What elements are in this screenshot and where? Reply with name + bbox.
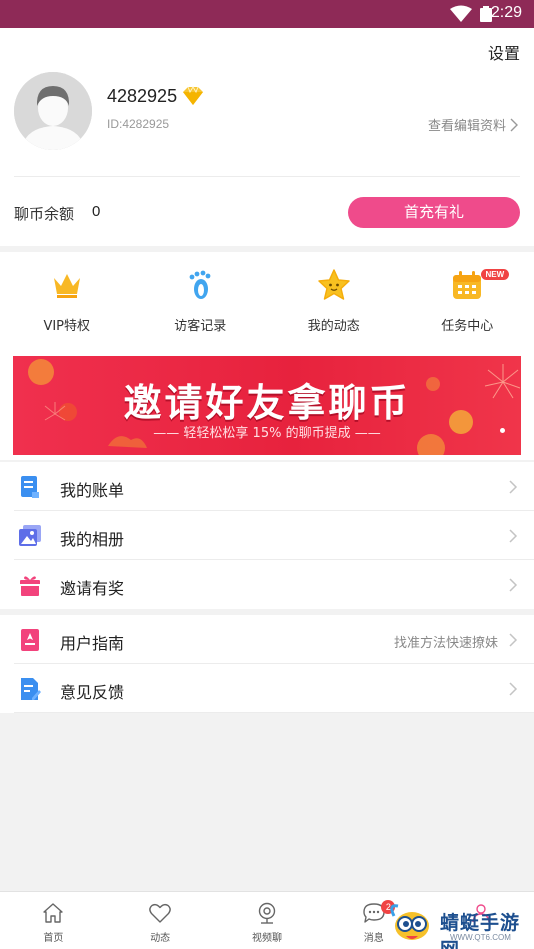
avatar-placeholder-icon [14, 72, 92, 150]
menu-item-label: 邀请有奖 [60, 579, 125, 598]
status-bar: 2:29 [0, 0, 534, 28]
tab-label: 首页 [43, 933, 64, 944]
quick-action-visitors[interactable]: 访客记录 [134, 252, 268, 348]
quick-action-vip[interactable]: VIP特权 [0, 252, 134, 348]
chevron-right-icon [509, 480, 518, 494]
quick-action-label: 我的动态 [307, 319, 360, 334]
divider [14, 712, 534, 713]
calendar-icon [453, 271, 482, 299]
star-icon [318, 269, 350, 300]
menu-item-label: 用户指南 [60, 634, 125, 653]
quick-actions: VIP特权 访客记录 我的动态 NEW 任务中心 [0, 252, 534, 348]
divider [14, 176, 520, 177]
quick-action-label: VIP特权 [43, 319, 91, 334]
chevron-right-icon [509, 529, 518, 543]
menu-item-guide[interactable]: 用户指南 找准方法快速撩妹 [0, 615, 534, 664]
avatar[interactable] [14, 72, 92, 150]
banner-container: 邀请好友拿聊币 —— 轻轻松松享 15% 的聊币提成 —— [0, 348, 534, 460]
chevron-right-icon [510, 118, 518, 131]
first-recharge-button[interactable]: 首充有礼 [348, 197, 520, 228]
menu-group-help: 用户指南 找准方法快速撩妹 意见反馈 [0, 615, 534, 713]
menu-item-label: 我的相册 [60, 530, 125, 549]
album-icon [19, 525, 41, 546]
username: 4282925 [107, 86, 178, 106]
feedback-icon [21, 678, 41, 700]
menu-group-account: 我的账单 我的相册 邀请有奖 [0, 462, 534, 609]
banner-page-indicator [500, 428, 505, 433]
balance-value: 0 [92, 203, 101, 220]
status-time: 2:29 [490, 4, 522, 21]
menu-item-label: 我的账单 [60, 481, 125, 500]
chevron-right-icon [509, 578, 518, 592]
bill-icon [21, 476, 39, 498]
tab-video-chat[interactable]: 视频聊 [214, 892, 321, 949]
menu-item-bill[interactable]: 我的账单 [0, 462, 534, 511]
watermark-text: 蜻蜓手游网 [440, 912, 521, 949]
invite-banner[interactable]: 邀请好友拿聊币 —— 轻轻松松享 15% 的聊币提成 —— [13, 356, 521, 455]
quick-action-label: 访客记录 [174, 319, 227, 334]
menu-item-feedback[interactable]: 意见反馈 [0, 664, 534, 713]
watermark-url: WWW.QT6.COM [450, 933, 511, 942]
quick-action-tasks[interactable]: NEW 任务中心 [401, 252, 534, 348]
edit-profile-label: 查看编辑资料 [427, 119, 506, 134]
menu-item-label: 意见反馈 [60, 683, 125, 702]
footprint-icon [189, 270, 211, 299]
tab-label: 动态 [150, 933, 171, 944]
quick-action-label: 任务中心 [441, 319, 494, 334]
tab-label: 视频聊 [251, 933, 282, 944]
diamond-icon [183, 86, 203, 105]
banner-subtitle: —— 轻轻松松享 15% 的聊币提成 —— [153, 426, 381, 441]
menu-item-hint: 找准方法快速撩妹 [393, 636, 498, 651]
video-chat-icon [258, 902, 276, 924]
settings-button[interactable]: 设置 [488, 40, 520, 64]
user-id: ID:4282925 [107, 117, 170, 131]
menu-item-album[interactable]: 我的相册 [0, 511, 534, 560]
chevron-right-icon [509, 682, 518, 696]
edit-profile-link[interactable]: 查看编辑资料 [428, 115, 518, 134]
dragonfly-mascot-icon [390, 904, 429, 940]
new-badge: NEW [480, 269, 510, 280]
quick-action-moments[interactable]: 我的动态 [267, 252, 401, 348]
banner-title: 邀请好友拿聊币 [123, 381, 411, 425]
balance-label: 聊币余额 [14, 205, 75, 223]
crown-icon [53, 274, 80, 298]
profile-card: 设置 4282925 ID:4282925 查看编辑资料 聊币余额 0 首充有礼 [0, 28, 534, 246]
tab-home[interactable]: 首页 [0, 892, 107, 949]
wifi-icon [450, 5, 472, 22]
heart-icon [149, 903, 172, 923]
home-icon [43, 903, 64, 923]
chevron-right-icon [509, 633, 518, 647]
gift-icon [20, 576, 40, 596]
menu-item-invite[interactable]: 邀请有奖 [0, 560, 534, 609]
watermark-logo: 蜻蜓手游网 WWW.QT6.COM [386, 896, 534, 949]
guide-icon [21, 629, 39, 651]
tab-moments[interactable]: 动态 [107, 892, 214, 949]
